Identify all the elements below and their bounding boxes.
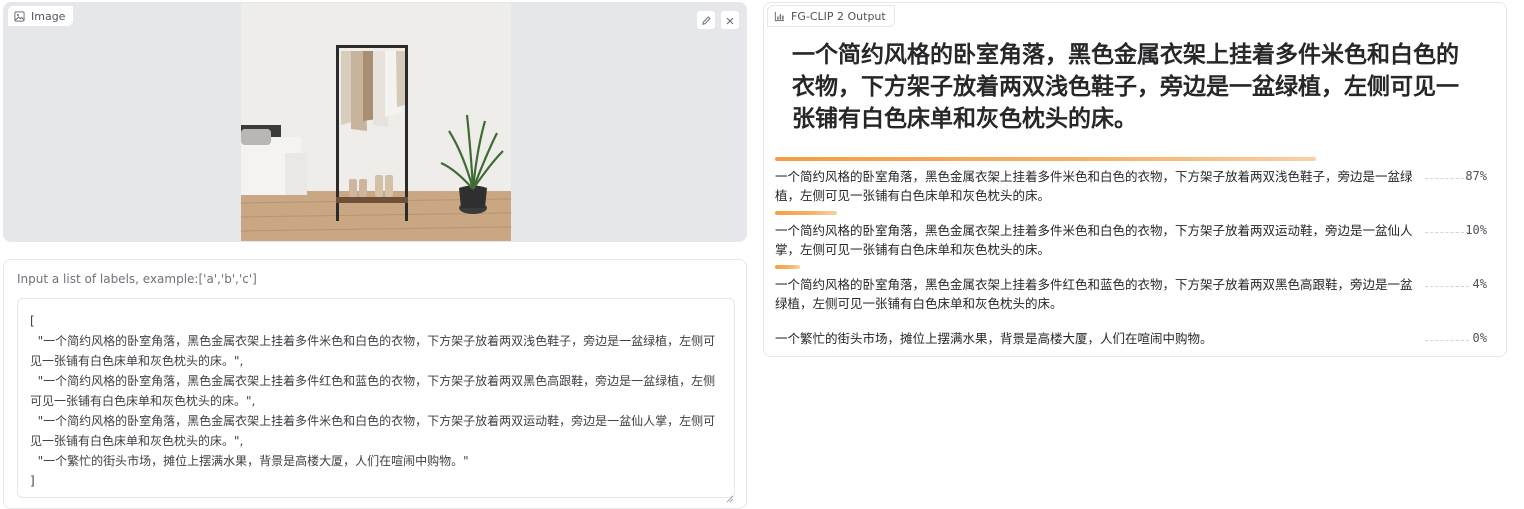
labels-input-panel: Input a list of labels, example:['a','b'… bbox=[3, 259, 747, 509]
edit-image-button[interactable] bbox=[696, 10, 716, 30]
confidence-bar bbox=[775, 265, 800, 269]
image-label: Image bbox=[31, 9, 66, 23]
resize-handle-icon[interactable] bbox=[726, 488, 743, 505]
uploaded-photo[interactable] bbox=[241, 3, 511, 241]
result-label: 一个简约风格的卧室角落，黑色金属衣架上挂着多件米色和白色的衣物，下方架子放着两双… bbox=[775, 223, 1413, 257]
result-label: 一个简约风格的卧室角落，黑色金属衣架上挂着多件红色和蓝色的衣物，下方架子放着两双… bbox=[775, 277, 1413, 311]
output-panel: FG-CLIP 2 Output 一个简约风格的卧室角落，黑色金属衣架上挂着多件… bbox=[763, 2, 1507, 357]
confidence-bar bbox=[775, 157, 1317, 161]
bar-chart-icon bbox=[774, 11, 785, 22]
output-label: FG-CLIP 2 Output bbox=[791, 9, 886, 23]
image-label-chip: Image bbox=[7, 5, 75, 27]
pencil-icon bbox=[701, 11, 712, 30]
result-percent: 0% bbox=[1472, 331, 1487, 345]
top-prediction-title: 一个简约风格的卧室角落，黑色金属衣架上挂着多件米色和白色的衣物，下方架子放着两双… bbox=[792, 42, 1459, 132]
labels-textarea[interactable]: [ "一个简约风格的卧室角落，黑色金属衣架上挂着多件米色和白色的衣物，下方架子放… bbox=[17, 298, 735, 498]
result-label: 一个繁忙的街头市场，摊位上摆满水果，背景是高楼大厦，人们在喧闹中购物。 bbox=[775, 331, 1213, 346]
confidence-bar bbox=[775, 211, 838, 215]
result-percent: 87% bbox=[1465, 169, 1487, 183]
result-percent: 4% bbox=[1472, 277, 1487, 291]
result-percent: 10% bbox=[1465, 223, 1487, 237]
output-label-chip: FG-CLIP 2 Output bbox=[767, 5, 895, 27]
close-icon bbox=[725, 11, 735, 30]
result-label: 一个简约风格的卧室角落，黑色金属衣架上挂着多件米色和白色的衣物，下方架子放着两双… bbox=[775, 169, 1413, 203]
image-icon bbox=[14, 10, 25, 22]
labels-input-label: Input a list of labels, example:['a','b'… bbox=[17, 272, 257, 286]
image-panel: Image bbox=[3, 2, 747, 242]
clear-image-button[interactable] bbox=[720, 10, 740, 30]
